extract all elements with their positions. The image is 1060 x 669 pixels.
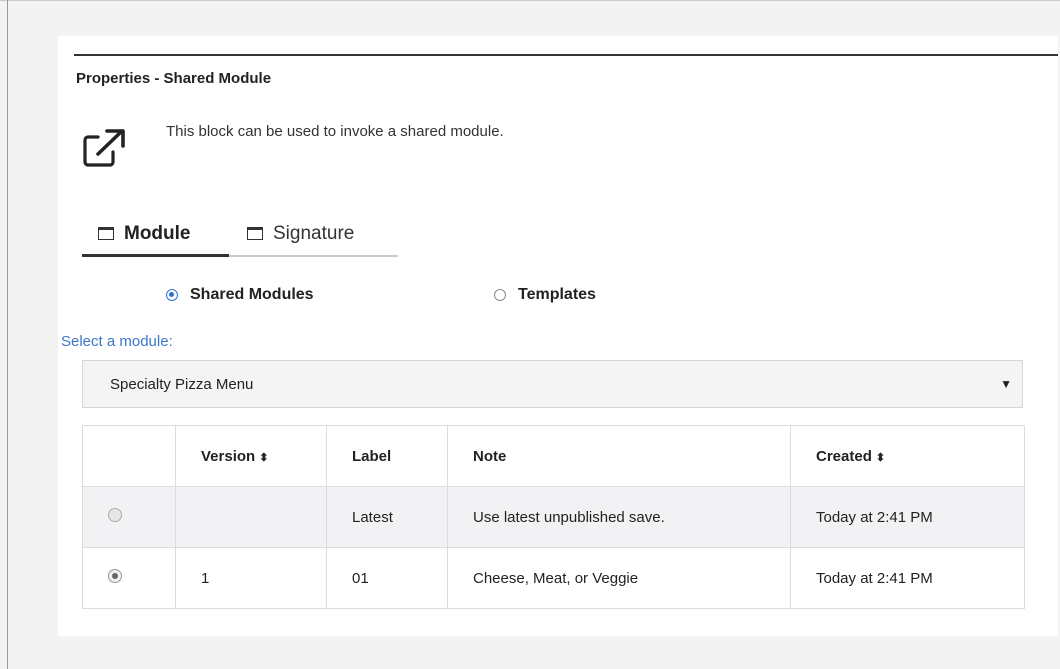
column-header-version[interactable]: Version ⬍ bbox=[175, 425, 327, 487]
cell-note: Cheese, Meat, or Veggie bbox=[447, 547, 791, 609]
block-description: This block can be used to invoke a share… bbox=[166, 123, 504, 140]
tab-bar: Module Signature bbox=[82, 223, 398, 257]
frame-border-top bbox=[0, 0, 1060, 1]
radio-unchecked-icon[interactable] bbox=[494, 289, 506, 301]
cell-created: Today at 2:41 PM bbox=[790, 547, 1025, 609]
tab-module[interactable]: Module bbox=[82, 223, 229, 257]
cell-version: 1 bbox=[175, 547, 327, 609]
select-module-label: Select a module: bbox=[61, 333, 173, 350]
panel-title: Properties - Shared Module bbox=[76, 70, 272, 87]
cell-note: Use latest unpublished save. bbox=[447, 486, 791, 548]
column-header-version-label: Version bbox=[201, 447, 256, 465]
properties-panel: Properties - Shared Module This block ca… bbox=[58, 36, 1058, 636]
row-radio-checked[interactable] bbox=[108, 569, 122, 583]
cell-label: 01 bbox=[326, 547, 448, 609]
versions-table: Version ⬍ Label Note Created ⬍ Latest Use … bbox=[82, 425, 1025, 609]
tab-signature[interactable]: Signature bbox=[247, 223, 354, 255]
frame-border-left bbox=[7, 0, 8, 669]
external-link-icon bbox=[83, 129, 125, 167]
radio-templates[interactable]: Templates bbox=[494, 286, 596, 304]
window-icon bbox=[247, 227, 263, 240]
radio-templates-label: Templates bbox=[518, 286, 596, 303]
cell-label: Latest bbox=[326, 486, 448, 548]
sort-icon: ⬍ bbox=[875, 451, 886, 464]
table-header-row: Version ⬍ Label Note Created ⬍ bbox=[82, 425, 1025, 487]
tab-signature-label: Signature bbox=[273, 223, 355, 244]
column-header-note: Note bbox=[447, 425, 791, 487]
row-select-cell bbox=[82, 547, 176, 609]
column-header-select bbox=[82, 425, 176, 487]
cell-created: Today at 2:41 PM bbox=[790, 486, 1025, 548]
tab-module-label: Module bbox=[124, 223, 191, 244]
module-select-value: Specialty Pizza Menu bbox=[110, 375, 254, 393]
table-row[interactable]: Latest Use latest unpublished save. Toda… bbox=[82, 486, 1025, 548]
row-select-cell bbox=[82, 486, 176, 548]
column-header-label: Label bbox=[326, 425, 448, 487]
caret-down-icon: ▼ bbox=[1000, 377, 1012, 391]
cell-version bbox=[175, 486, 327, 548]
row-radio-unchecked[interactable] bbox=[108, 508, 122, 522]
table-row[interactable]: 1 01 Cheese, Meat, or Veggie Today at 2:… bbox=[82, 547, 1025, 609]
radio-shared-modules-label: Shared Modules bbox=[190, 286, 314, 303]
column-header-created[interactable]: Created ⬍ bbox=[790, 425, 1025, 487]
window-icon bbox=[98, 227, 114, 240]
column-header-created-label: Created bbox=[816, 447, 872, 465]
sort-icon: ⬍ bbox=[259, 451, 269, 464]
radio-checked-icon[interactable] bbox=[166, 289, 178, 301]
radio-shared-modules[interactable]: Shared Modules bbox=[166, 286, 314, 304]
module-select[interactable]: Specialty Pizza Menu ▼ bbox=[82, 360, 1023, 408]
panel-top-divider bbox=[74, 54, 1058, 56]
